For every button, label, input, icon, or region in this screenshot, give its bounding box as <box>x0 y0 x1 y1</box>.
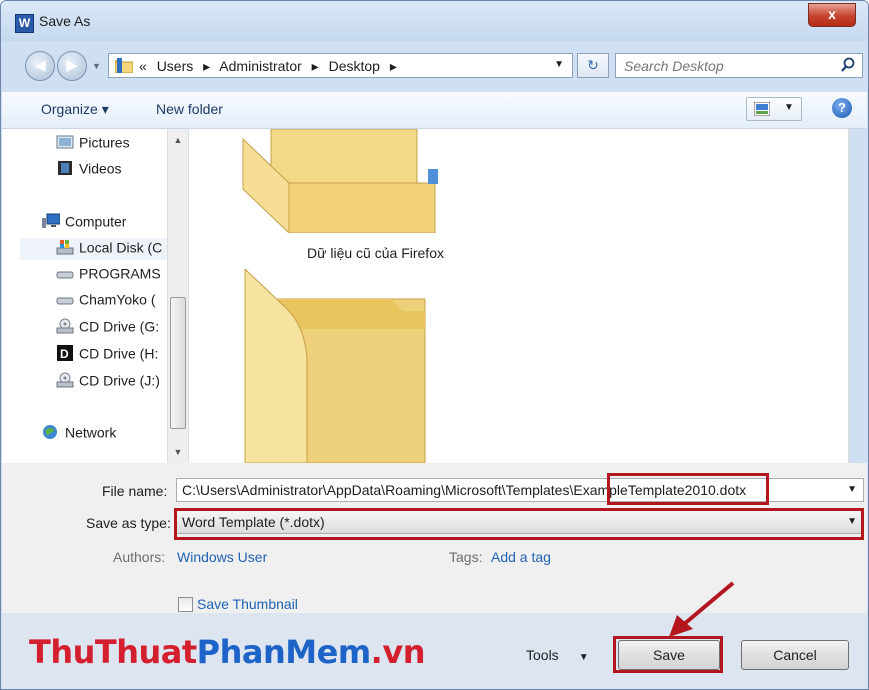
breadcrumb-administrator[interactable]: Administrator <box>219 58 301 74</box>
watermark-logo: ThuThuatPhanMem.vn <box>29 633 425 671</box>
arrow-left-icon: ◀ <box>34 57 46 74</box>
pictures-icon <box>56 135 74 149</box>
new-folder-button[interactable]: New folder <box>156 101 223 117</box>
svg-text:D: D <box>60 347 69 361</box>
nav-item-pictures[interactable]: Pictures <box>56 133 130 155</box>
refresh-icon: ↻ <box>587 57 599 73</box>
breadcrumb-separator[interactable]: ▸ <box>390 58 397 74</box>
network-icon <box>43 425 57 440</box>
search-box <box>615 53 863 78</box>
scroll-thumb[interactable] <box>170 297 186 429</box>
arrow-annotation-icon <box>669 581 735 637</box>
videos-icon <box>58 161 72 176</box>
drive-icon <box>56 297 74 305</box>
back-button[interactable]: ◀ <box>25 51 55 81</box>
folder-icon[interactable] <box>241 269 457 463</box>
filename-highlight <box>607 473 769 505</box>
dialog-title: Save As <box>39 13 91 29</box>
navigation-bar: ◀ ▶ ▼ « Users ▸ Administrator ▸ Desktop … <box>1 41 868 91</box>
nav-item-network[interactable]: Network <box>42 423 116 445</box>
arrow-right-icon: ▶ <box>66 57 78 74</box>
save-thumbnail-label[interactable]: Save Thumbnail <box>197 596 298 612</box>
address-bar[interactable]: « Users ▸ Administrator ▸ Desktop ▸ ▼ <box>108 53 573 78</box>
scroll-up-icon[interactable]: ▲ <box>168 135 188 145</box>
folder-icon[interactable] <box>241 129 457 233</box>
word-app-icon: W <box>15 14 34 33</box>
daemon-tools-icon: D <box>57 345 73 362</box>
folder-label[interactable]: Dữ liệu cũ của Firefox <box>307 245 444 261</box>
drive-icon <box>56 271 74 279</box>
nav-item-programs[interactable]: PROGRAMS <box>56 264 168 286</box>
recent-pages-dropdown[interactable]: ▼ <box>92 61 101 71</box>
nav-item-chamyoko[interactable]: ChamYoko ( <box>56 290 168 312</box>
help-button[interactable]: ? <box>832 98 852 118</box>
scroll-down-icon[interactable]: ▼ <box>168 447 188 457</box>
file-pane-scrollbar[interactable]: ▲ ▼ <box>848 129 849 463</box>
nav-item-cd-drive-g[interactable]: CD Drive (G: <box>56 317 168 339</box>
search-input[interactable] <box>622 57 826 75</box>
breadcrumb: « Users ▸ Administrator ▸ Desktop ▸ <box>139 58 403 75</box>
save-thumbnail-checkbox[interactable] <box>178 597 193 612</box>
close-button[interactable]: x <box>808 3 856 27</box>
breadcrumb-separator[interactable]: ▸ <box>203 58 210 74</box>
address-dropdown-icon[interactable]: ▼ <box>554 59 564 70</box>
save-highlight <box>613 636 723 673</box>
nav-item-cd-drive-h[interactable]: D CD Drive (H: <box>56 344 168 366</box>
cd-drive-icon <box>56 318 74 334</box>
type-highlight <box>174 508 864 540</box>
forward-button[interactable]: ▶ <box>57 51 87 81</box>
navigation-pane: Pictures Videos Computer Local Disk (C P… <box>2 129 189 463</box>
nav-item-computer[interactable]: Computer <box>42 212 126 234</box>
chevron-down-icon: ▼ <box>578 652 589 663</box>
view-icon <box>754 102 770 116</box>
cancel-button[interactable]: Cancel <box>741 640 849 670</box>
command-toolbar: Organize ▾ New folder ▼ ? <box>2 92 867 129</box>
nav-item-cd-drive-j[interactable]: CD Drive (J:) <box>56 371 168 393</box>
breadcrumb-desktop[interactable]: Desktop <box>329 58 380 74</box>
breadcrumb-separator[interactable]: ▸ <box>312 58 319 74</box>
tools-menu[interactable]: Tools ▼ <box>526 647 589 663</box>
save-as-dialog: W Save As x ◀ ▶ ▼ « Users ▸ Administrato… <box>0 0 869 690</box>
tags-label: Tags: <box>449 549 483 565</box>
nav-pane-scrollbar[interactable]: ▲ ▼ <box>167 129 188 463</box>
authors-value[interactable]: Windows User <box>177 549 267 565</box>
title-bar: W Save As x <box>1 1 868 41</box>
computer-icon <box>42 213 60 229</box>
local-disk-icon <box>56 240 74 255</box>
file-name-label: File name: <box>102 483 168 499</box>
organize-menu[interactable]: Organize ▾ <box>41 101 109 118</box>
save-as-type-label: Save as type: <box>86 515 171 531</box>
breadcrumb-overflow[interactable]: « <box>139 58 147 74</box>
file-list-pane: Dữ liệu cũ của Firefox ▲ ▼ <box>189 129 849 463</box>
search-icon[interactable] <box>840 57 856 73</box>
nav-item-videos[interactable]: Videos <box>56 159 122 181</box>
breadcrumb-users[interactable]: Users <box>157 58 194 74</box>
cd-drive-icon <box>56 372 74 388</box>
chevron-down-icon[interactable]: ▼ <box>843 479 857 501</box>
refresh-button[interactable]: ↻ <box>577 53 609 78</box>
view-dropdown-icon: ▼ <box>784 102 794 113</box>
change-view-button[interactable]: ▼ <box>746 97 802 121</box>
folder-icon <box>115 58 133 73</box>
tags-value[interactable]: Add a tag <box>491 549 551 565</box>
nav-item-local-disk[interactable]: Local Disk (C <box>20 238 168 260</box>
authors-label: Authors: <box>113 549 166 565</box>
